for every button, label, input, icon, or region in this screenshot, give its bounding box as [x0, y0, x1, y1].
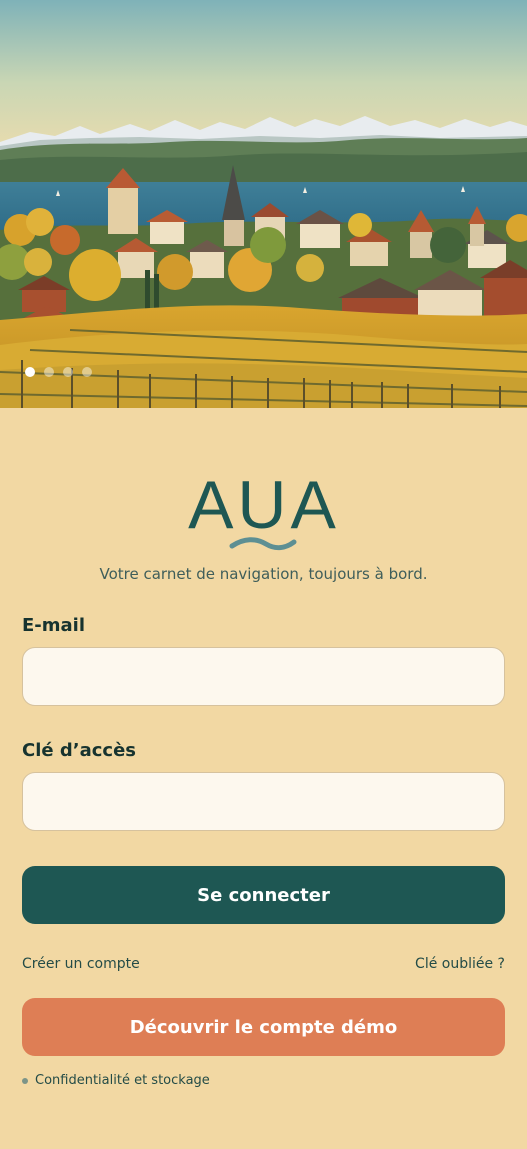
- access-key-label: Clé d’accès: [22, 740, 136, 761]
- hero-illustration: [0, 0, 527, 408]
- forgot-key-link[interactable]: Clé oubliée ?: [415, 956, 505, 972]
- carousel-dot-1[interactable]: [25, 367, 35, 377]
- privacy-label: Confidentialité et stockage: [35, 1073, 210, 1088]
- privacy-link[interactable]: Confidentialité et stockage: [22, 1073, 210, 1088]
- create-account-link[interactable]: Créer un compte: [22, 956, 140, 972]
- carousel-dot-3[interactable]: [63, 367, 73, 377]
- hero-carousel[interactable]: [0, 0, 527, 408]
- carousel-dot-4[interactable]: [82, 367, 92, 377]
- demo-account-button[interactable]: Découvrir le compte démo: [22, 998, 505, 1056]
- bullet-icon: [22, 1077, 28, 1084]
- email-field[interactable]: [22, 647, 505, 706]
- tagline: Votre carnet de navigation, toujours à b…: [99, 565, 428, 583]
- login-button[interactable]: Se connecter: [22, 866, 505, 924]
- email-label: E-mail: [22, 615, 86, 636]
- brand-logo: AUA: [0, 468, 527, 554]
- logo-mark: AUA: [188, 468, 340, 551]
- carousel-dot-2[interactable]: [44, 367, 54, 377]
- carousel-dots: [25, 367, 92, 377]
- access-key-field[interactable]: [22, 772, 505, 831]
- logo-text: AUA: [188, 468, 340, 543]
